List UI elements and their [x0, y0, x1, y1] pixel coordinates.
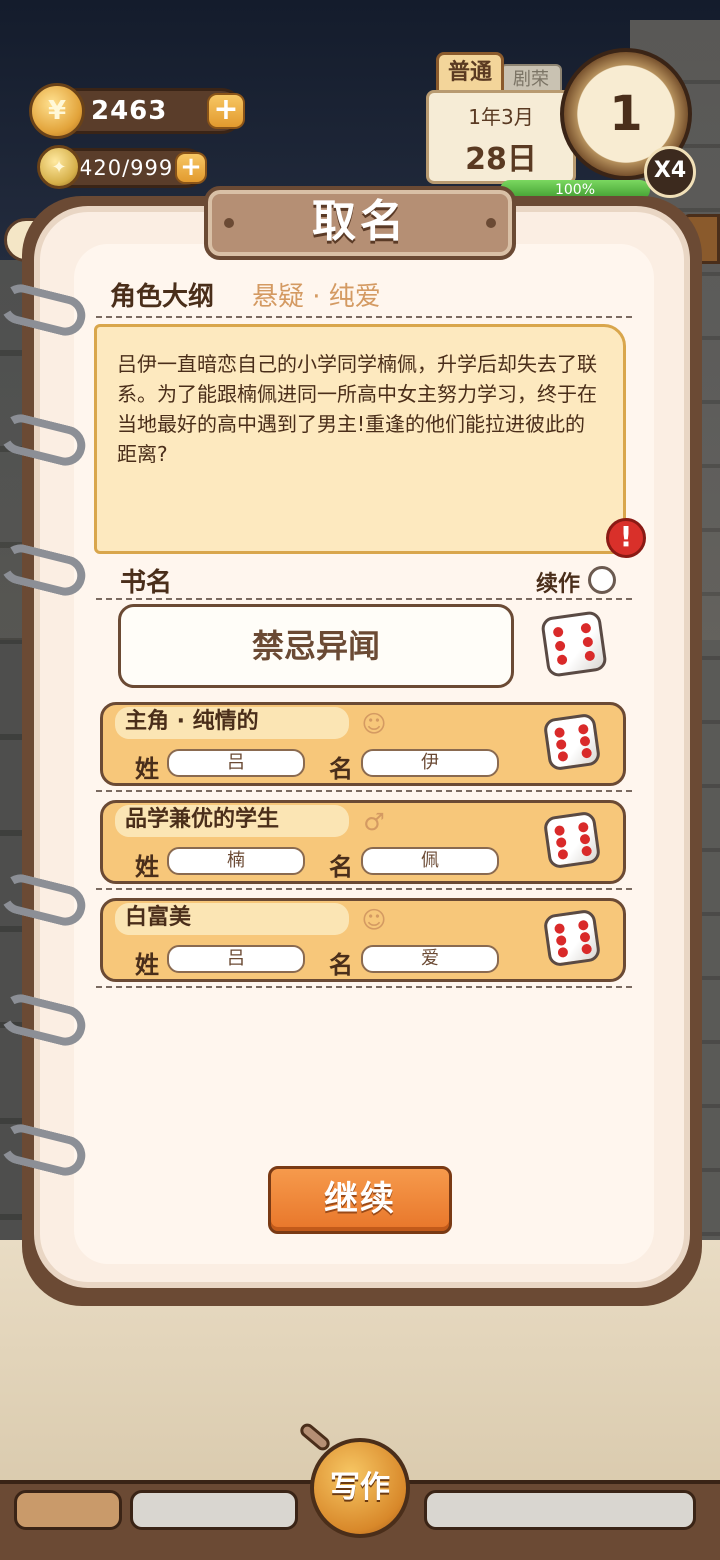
- rivet: [224, 218, 234, 228]
- dice-pip: [555, 934, 567, 947]
- divider: [96, 790, 632, 792]
- male-icon: ♂: [363, 808, 385, 836]
- dice-pip: [579, 833, 591, 845]
- dialog-title-text: 取名: [312, 196, 408, 247]
- dialog-title: 取名: [204, 186, 516, 260]
- add-coins-button[interactable]: +: [207, 93, 245, 129]
- date-month: 1年3月: [468, 105, 534, 129]
- coin-counter: ¥ 2463 +: [29, 83, 245, 139]
- surname-label: 姓: [135, 951, 159, 979]
- surname-field[interactable]: 吕: [167, 945, 305, 973]
- female-icon: ☺: [361, 710, 387, 738]
- dice-icon[interactable]: [542, 712, 602, 772]
- dice-pip: [555, 836, 567, 849]
- dice-pip: [577, 723, 589, 735]
- book-name-label: 书名: [120, 568, 173, 598]
- dice-pip: [556, 654, 568, 666]
- surname-label: 姓: [135, 853, 159, 881]
- coin-icon: ¥: [29, 83, 85, 139]
- female-icon: ☺: [361, 906, 387, 934]
- dice-icon[interactable]: [540, 610, 608, 678]
- given-name-field[interactable]: 佩: [361, 847, 499, 875]
- surname-field[interactable]: 楠: [167, 847, 305, 875]
- nav-slot-middle[interactable]: [130, 1490, 298, 1530]
- character-tag: 品学兼优的学生: [115, 805, 349, 837]
- book-name-field[interactable]: 禁忌异闻: [118, 604, 514, 688]
- dice-pip: [553, 726, 566, 739]
- dice-pip: [577, 821, 589, 833]
- continue-button[interactable]: 继续: [268, 1166, 452, 1234]
- alert-icon[interactable]: !: [606, 518, 646, 558]
- dice-pip: [579, 931, 591, 943]
- dice-pip: [557, 750, 569, 763]
- dice-pip: [580, 622, 592, 634]
- synopsis-box: 吕伊一直暗恋自己的小学同学楠佩，升学后却失去了联系。为了能跟楠佩进同一所高中女主…: [94, 324, 626, 554]
- dice-pip: [582, 636, 594, 648]
- write-button[interactable]: 写作: [310, 1438, 410, 1538]
- divider: [96, 986, 632, 988]
- given-name-label: 名: [329, 755, 353, 783]
- nav-slot-right[interactable]: [424, 1490, 696, 1530]
- surname-field[interactable]: 吕: [167, 749, 305, 777]
- sequel-label: 续作: [536, 572, 581, 597]
- dice-pip: [581, 845, 593, 857]
- dice-pip: [554, 640, 566, 652]
- nav-slot-left[interactable]: [14, 1490, 122, 1530]
- clock-value: 1: [609, 86, 643, 142]
- rivet: [486, 218, 496, 228]
- divider: [96, 888, 632, 890]
- dice-pip: [581, 943, 593, 955]
- date-day: 28日: [465, 142, 537, 177]
- given-name-label: 名: [329, 853, 353, 881]
- dice-pip: [553, 824, 566, 837]
- dice-pip: [557, 946, 569, 959]
- divider: [96, 316, 632, 318]
- lightbulb-icon: ✦: [37, 145, 81, 189]
- dice-icon[interactable]: [542, 908, 602, 968]
- speed-button[interactable]: X4: [644, 146, 696, 198]
- dice-pip: [579, 735, 591, 747]
- dice-pip: [584, 650, 596, 662]
- dice-pip: [557, 848, 569, 861]
- dice-pip: [577, 919, 589, 931]
- divider: [96, 598, 632, 600]
- dice-pip: [552, 626, 564, 638]
- energy-value: 420/999: [79, 156, 174, 180]
- coin-value: 2463: [91, 96, 168, 126]
- character-tag: 白富美: [115, 903, 349, 935]
- outline-genre: 悬疑 · 纯爱: [252, 282, 381, 312]
- outline-label: 角色大纲: [110, 282, 215, 312]
- tab-normal[interactable]: 普通: [436, 52, 504, 94]
- dice-pip: [555, 738, 567, 751]
- dice-pip: [581, 747, 593, 759]
- given-name-field[interactable]: 爱: [361, 945, 499, 973]
- dice-icon[interactable]: [542, 810, 602, 870]
- given-name-label: 名: [329, 951, 353, 979]
- dice-pip: [553, 922, 566, 935]
- add-energy-button[interactable]: +: [175, 152, 207, 184]
- character-tag: 主角 · 纯情的: [115, 707, 349, 739]
- date-card: 1年3月 28日: [426, 90, 576, 184]
- given-name-field[interactable]: 伊: [361, 749, 499, 777]
- energy-counter: ✦ 420/999 +: [37, 145, 207, 189]
- sequel-radio[interactable]: [588, 566, 616, 594]
- surname-label: 姓: [135, 755, 159, 783]
